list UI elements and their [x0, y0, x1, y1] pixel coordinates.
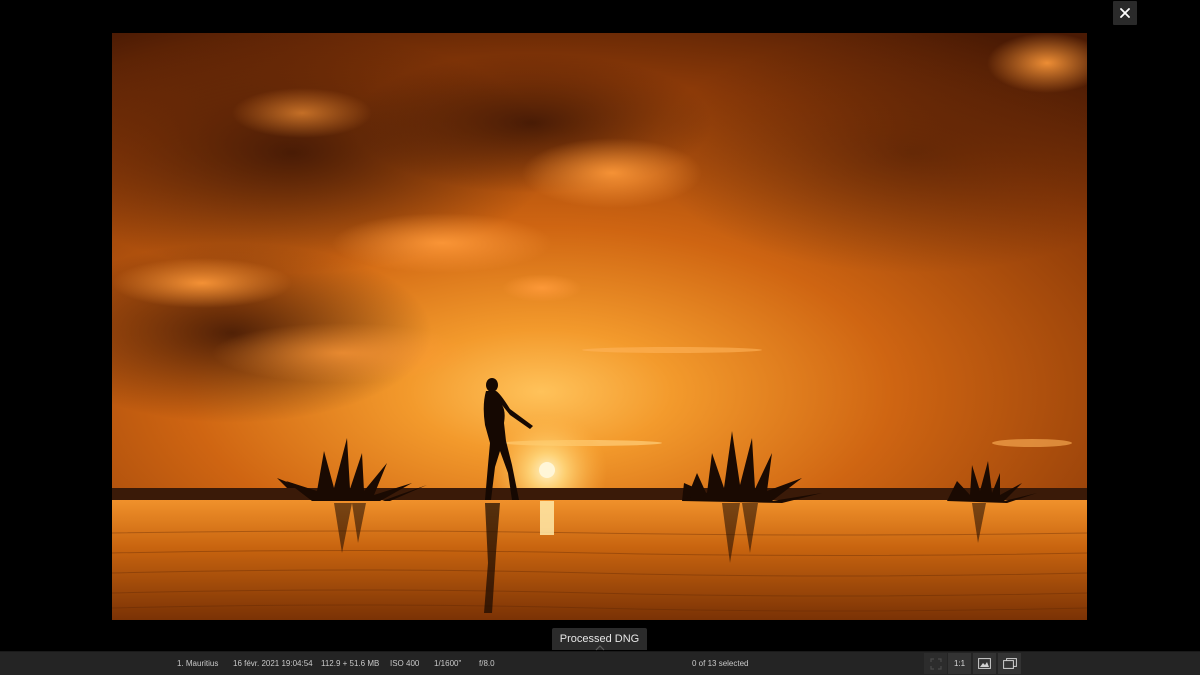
version-tab-label: Processed DNG [559, 633, 640, 645]
shutter-speed: 1/1600" [434, 659, 462, 668]
sunset-photo [112, 33, 1087, 620]
photo-viewer: Processed DNG [0, 0, 1200, 651]
single-image-icon [978, 658, 991, 669]
fit-screen-button[interactable] [924, 653, 947, 674]
collection-name: 1. Mauritius [177, 659, 219, 668]
close-button[interactable] [1113, 1, 1137, 25]
iso-value: ISO 400 [390, 659, 420, 668]
status-bar: 1. Mauritius 16 févr. 2021 19:04:54 112.… [0, 651, 1200, 675]
capture-date: 16 févr. 2021 19:04:54 [233, 659, 313, 668]
photo-preview[interactable] [112, 33, 1087, 620]
compare-button[interactable] [998, 653, 1021, 674]
fit-screen-icon [929, 657, 942, 670]
close-icon [1120, 8, 1130, 18]
selection-count: 0 of 13 selected [692, 659, 749, 668]
zoom-label: 1:1 [953, 659, 966, 668]
one-to-one-button[interactable]: 1:1 [948, 653, 971, 674]
file-size: 112.9 + 51.6 MB [321, 659, 380, 668]
aperture-value: f/8.0 [479, 659, 495, 668]
single-image-button[interactable] [973, 653, 996, 674]
compare-icon [1002, 658, 1017, 669]
